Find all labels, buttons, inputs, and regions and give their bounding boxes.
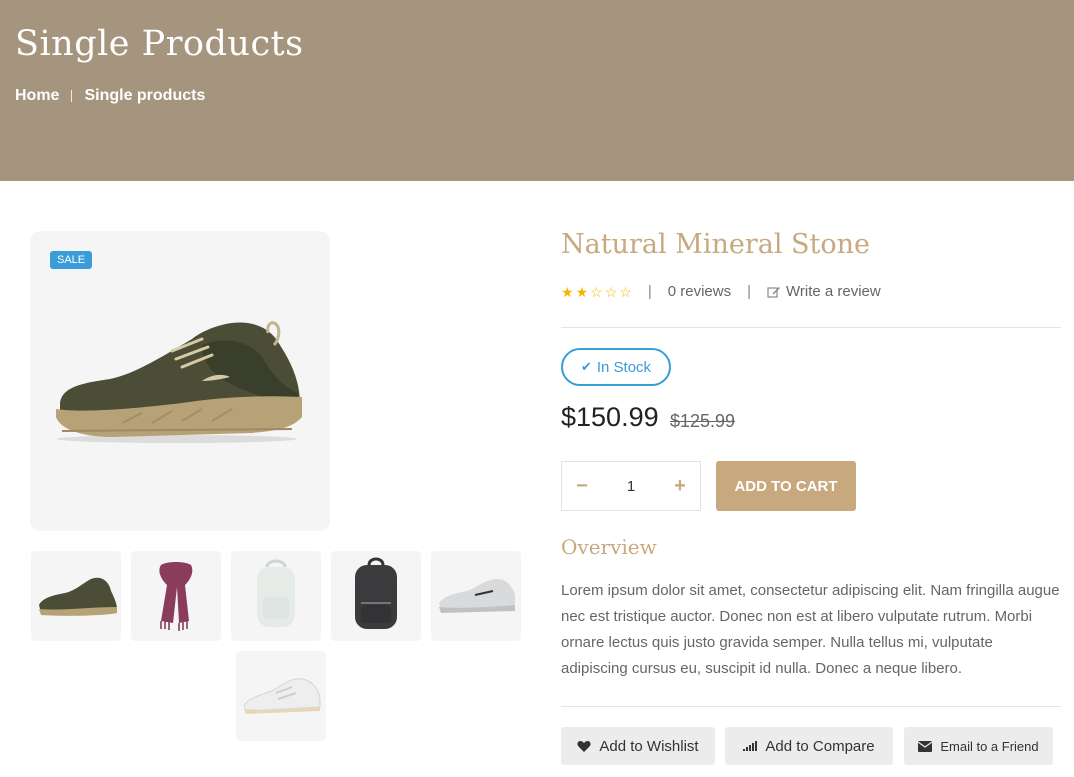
thumbnail-grey-sneaker[interactable] [431,551,521,641]
add-to-cart-button[interactable]: ADD TO CART [716,461,856,511]
page-title: Single Products [15,24,304,64]
olive-sneaker-image [56,321,302,443]
email-label: Email to a Friend [940,738,1039,754]
star-empty-icon: ☆ [604,283,618,300]
page-hero: Single Products Home Single products [0,0,1074,181]
quantity-stepper: − + [561,461,701,511]
thumbnail-black-backpack[interactable] [331,551,421,641]
white-sneaker-thumb-icon [243,678,321,714]
quantity-input[interactable] [611,477,651,495]
product-title: Natural Mineral Stone [561,229,871,260]
star-empty-icon: ☆ [619,283,632,300]
old-price: $125.99 [670,411,736,431]
olive-sneaker-thumb-icon [39,577,117,616]
email-friend-button[interactable]: Email to a Friend [904,727,1053,765]
breadcrumb: Home Single products [15,87,205,105]
star-filled-icon: ★ [561,283,574,300]
envelope-icon [918,740,933,752]
overview-description: Lorem ipsum dolor sit amet, consectetur … [561,582,1060,677]
star-empty-icon: ☆ [590,283,603,300]
star-rating: ★ ★ ☆ ☆ ☆ [561,285,632,299]
compare-label: Add to Compare [765,737,875,755]
write-review-label: Write a review [785,283,881,300]
main-product-image[interactable]: SALE [30,231,330,531]
breadcrumb-current[interactable]: Single products [84,87,205,105]
pink-scarf-thumb-icon [159,562,193,631]
divider [561,706,1061,707]
sale-badge: SALE [50,251,93,269]
reviews-link[interactable]: 0 reviews [668,283,731,300]
rating-separator: | [747,283,751,300]
overview-heading: Overview [561,535,657,559]
breadcrumb-separator [71,90,73,102]
wishlist-label: Add to Wishlist [599,737,699,755]
black-backpack-thumb-icon [355,557,397,629]
edit-icon [767,286,780,298]
white-backpack-thumb-icon [257,559,295,627]
thumbnail-pink-scarf[interactable] [131,551,221,641]
thumbnail-olive-sneaker[interactable] [31,551,121,641]
thumbnail-white-backpack[interactable] [231,551,321,641]
decrease-quantity-button[interactable]: − [574,475,590,498]
divider [561,327,1061,328]
rating-row: ★ ★ ☆ ☆ ☆ | 0 reviews | Write a review [561,283,881,300]
check-icon: ✔ [580,359,592,374]
breadcrumb-home-link[interactable]: Home [15,87,59,105]
thumbnail-white-sneaker[interactable] [236,651,326,741]
grey-sneaker-thumb-icon [439,579,515,613]
write-review-link[interactable]: Write a review [767,283,881,300]
signal-bars-icon [743,741,758,751]
add-to-compare-button[interactable]: Add to Compare [725,727,893,765]
stock-status-badge: ✔ In Stock [561,348,671,386]
increase-quantity-button[interactable]: + [672,475,688,498]
star-filled-icon: ★ [575,283,589,300]
stock-label: In Stock [596,358,652,376]
add-to-wishlist-button[interactable]: Add to Wishlist [561,727,715,765]
rating-separator: | [647,283,652,300]
current-price: $150.99 [561,402,659,432]
heart-icon [577,740,591,752]
